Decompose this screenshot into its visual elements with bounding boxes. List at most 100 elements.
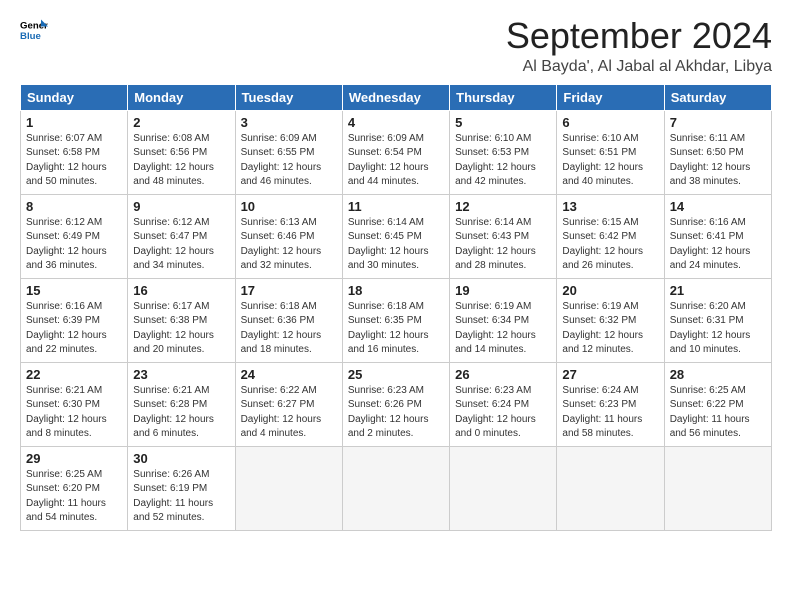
- logo-icon: General Blue: [20, 16, 48, 44]
- calendar-day: 6Sunrise: 6:10 AMSunset: 6:51 PMDaylight…: [557, 110, 664, 194]
- day-number: 12: [455, 199, 551, 214]
- day-number: 1: [26, 115, 122, 130]
- calendar-day: 29 Sunrise: 6:25 AMSunset: 6:20 PMDayligh…: [21, 446, 128, 530]
- calendar-day: 20Sunrise: 6:19 AMSunset: 6:32 PMDayligh…: [557, 278, 664, 362]
- day-info: Sunrise: 6:23 AMSunset: 6:24 PMDaylight:…: [455, 385, 536, 440]
- calendar-day: 22 Sunrise: 6:21 AMSunset: 6:30 PMDayligh…: [21, 362, 128, 446]
- day-info: Sunrise: 6:15 AMSunset: 6:42 PMDaylight:…: [562, 217, 643, 272]
- calendar-day: 18 Sunrise: 6:18 AMSunset: 6:35 PMDayligh…: [342, 278, 449, 362]
- calendar-day: 14 Sunrise: 6:16 AMSunset: 6:41 PMDayligh…: [664, 194, 771, 278]
- day-info: Sunrise: 6:13 AMSunset: 6:46 PMDaylight:…: [241, 217, 322, 272]
- calendar-day: 24Sunrise: 6:22 AMSunset: 6:27 PMDayligh…: [235, 362, 342, 446]
- day-number: 29: [26, 451, 122, 466]
- month-title: September 2024: [506, 16, 772, 56]
- day-info: Sunrise: 6:18 AMSunset: 6:35 PMDaylight:…: [348, 301, 429, 356]
- day-info: Sunrise: 6:23 AMSunset: 6:26 PMDaylight:…: [348, 385, 429, 440]
- calendar-day: 2 Sunrise: 6:08 AMSunset: 6:56 PMDaylight…: [128, 110, 235, 194]
- day-info: Sunrise: 6:08 AMSunset: 6:56 PMDaylight:…: [133, 133, 214, 188]
- day-number: 21: [670, 283, 766, 298]
- day-number: 15: [26, 283, 122, 298]
- calendar-day: 10 Sunrise: 6:13 AMSunset: 6:46 PMDayligh…: [235, 194, 342, 278]
- day-number: 19: [455, 283, 551, 298]
- calendar-day: [557, 446, 664, 530]
- location-title: Al Bayda', Al Jabal al Akhdar, Libya: [506, 58, 772, 76]
- day-info: Sunrise: 6:20 AMSunset: 6:31 PMDaylight:…: [670, 301, 751, 356]
- calendar-day: 11 Sunrise: 6:14 AMSunset: 6:45 PMDayligh…: [342, 194, 449, 278]
- day-info: Sunrise: 6:25 AMSunset: 6:20 PMDaylight:…: [26, 469, 106, 524]
- calendar-day: 13Sunrise: 6:15 AMSunset: 6:42 PMDayligh…: [557, 194, 664, 278]
- day-number: 14: [670, 199, 766, 214]
- day-number: 22: [26, 367, 122, 382]
- calendar-day: 4 Sunrise: 6:09 AMSunset: 6:54 PMDaylight…: [342, 110, 449, 194]
- calendar-day: 16 Sunrise: 6:17 AMSunset: 6:38 PMDayligh…: [128, 278, 235, 362]
- day-info: Sunrise: 6:21 AMSunset: 6:30 PMDaylight:…: [26, 385, 107, 440]
- day-of-week-header: Sunday: [21, 84, 128, 110]
- day-number: 18: [348, 283, 444, 298]
- day-info: Sunrise: 6:09 AMSunset: 6:54 PMDaylight:…: [348, 133, 429, 188]
- day-of-week-header: Monday: [128, 84, 235, 110]
- day-of-week-header: Saturday: [664, 84, 771, 110]
- day-number: 27: [562, 367, 658, 382]
- day-info: Sunrise: 6:25 AMSunset: 6:22 PMDaylight:…: [670, 385, 750, 440]
- day-of-week-header: Thursday: [450, 84, 557, 110]
- calendar-day: 23 Sunrise: 6:21 AMSunset: 6:28 PMDayligh…: [128, 362, 235, 446]
- day-number: 28: [670, 367, 766, 382]
- calendar-day: 30 Sunrise: 6:26 AMSunset: 6:19 PMDayligh…: [128, 446, 235, 530]
- day-info: Sunrise: 6:18 AMSunset: 6:36 PMDaylight:…: [241, 301, 322, 356]
- day-number: 30: [133, 451, 229, 466]
- calendar-day: 3Sunrise: 6:09 AMSunset: 6:55 PMDaylight…: [235, 110, 342, 194]
- day-number: 16: [133, 283, 229, 298]
- day-number: 8: [26, 199, 122, 214]
- calendar-day: 26 Sunrise: 6:23 AMSunset: 6:24 PMDayligh…: [450, 362, 557, 446]
- calendar-day: 21 Sunrise: 6:20 AMSunset: 6:31 PMDayligh…: [664, 278, 771, 362]
- day-number: 2: [133, 115, 229, 130]
- calendar-day: 15 Sunrise: 6:16 AMSunset: 6:39 PMDayligh…: [21, 278, 128, 362]
- day-info: Sunrise: 6:12 AMSunset: 6:49 PMDaylight:…: [26, 217, 107, 272]
- day-number: 10: [241, 199, 337, 214]
- day-number: 26: [455, 367, 551, 382]
- day-info: Sunrise: 6:16 AMSunset: 6:39 PMDaylight:…: [26, 301, 107, 356]
- day-info: Sunrise: 6:21 AMSunset: 6:28 PMDaylight:…: [133, 385, 214, 440]
- calendar-day: 28 Sunrise: 6:25 AMSunset: 6:22 PMDayligh…: [664, 362, 771, 446]
- calendar-day: 7 Sunrise: 6:11 AMSunset: 6:50 PMDaylight…: [664, 110, 771, 194]
- calendar-day: 12 Sunrise: 6:14 AMSunset: 6:43 PMDayligh…: [450, 194, 557, 278]
- day-info: Sunrise: 6:07 AMSunset: 6:58 PMDaylight:…: [26, 133, 107, 188]
- day-info: Sunrise: 6:17 AMSunset: 6:38 PMDaylight:…: [133, 301, 214, 356]
- day-number: 20: [562, 283, 658, 298]
- day-of-week-header: Tuesday: [235, 84, 342, 110]
- day-info: Sunrise: 6:12 AMSunset: 6:47 PMDaylight:…: [133, 217, 214, 272]
- calendar-day: [235, 446, 342, 530]
- calendar: SundayMondayTuesdayWednesdayThursdayFrid…: [20, 84, 772, 531]
- day-number: 5: [455, 115, 551, 130]
- day-info: Sunrise: 6:14 AMSunset: 6:45 PMDaylight:…: [348, 217, 429, 272]
- day-info: Sunrise: 6:16 AMSunset: 6:41 PMDaylight:…: [670, 217, 751, 272]
- day-number: 25: [348, 367, 444, 382]
- day-info: Sunrise: 6:11 AMSunset: 6:50 PMDaylight:…: [670, 133, 751, 188]
- day-number: 24: [241, 367, 337, 382]
- calendar-day: 5Sunrise: 6:10 AMSunset: 6:53 PMDaylight…: [450, 110, 557, 194]
- day-info: Sunrise: 6:26 AMSunset: 6:19 PMDaylight:…: [133, 469, 213, 524]
- calendar-day: [342, 446, 449, 530]
- calendar-day: 9 Sunrise: 6:12 AMSunset: 6:47 PMDaylight…: [128, 194, 235, 278]
- calendar-day: 27 Sunrise: 6:24 AMSunset: 6:23 PMDayligh…: [557, 362, 664, 446]
- svg-text:Blue: Blue: [20, 31, 41, 42]
- day-info: Sunrise: 6:14 AMSunset: 6:43 PMDaylight:…: [455, 217, 536, 272]
- day-info: Sunrise: 6:24 AMSunset: 6:23 PMDaylight:…: [562, 385, 642, 440]
- day-info: Sunrise: 6:19 AMSunset: 6:34 PMDaylight:…: [455, 301, 536, 356]
- day-of-week-header: Friday: [557, 84, 664, 110]
- day-number: 23: [133, 367, 229, 382]
- day-number: 11: [348, 199, 444, 214]
- calendar-day: 25 Sunrise: 6:23 AMSunset: 6:26 PMDayligh…: [342, 362, 449, 446]
- calendar-day: [664, 446, 771, 530]
- calendar-day: 19 Sunrise: 6:19 AMSunset: 6:34 PMDayligh…: [450, 278, 557, 362]
- day-number: 17: [241, 283, 337, 298]
- day-number: 7: [670, 115, 766, 130]
- calendar-day: 1 Sunrise: 6:07 AMSunset: 6:58 PMDaylight…: [21, 110, 128, 194]
- day-number: 9: [133, 199, 229, 214]
- day-number: 4: [348, 115, 444, 130]
- day-of-week-header: Wednesday: [342, 84, 449, 110]
- day-number: 6: [562, 115, 658, 130]
- calendar-day: [450, 446, 557, 530]
- calendar-day: 8 Sunrise: 6:12 AMSunset: 6:49 PMDaylight…: [21, 194, 128, 278]
- calendar-day: 17 Sunrise: 6:18 AMSunset: 6:36 PMDayligh…: [235, 278, 342, 362]
